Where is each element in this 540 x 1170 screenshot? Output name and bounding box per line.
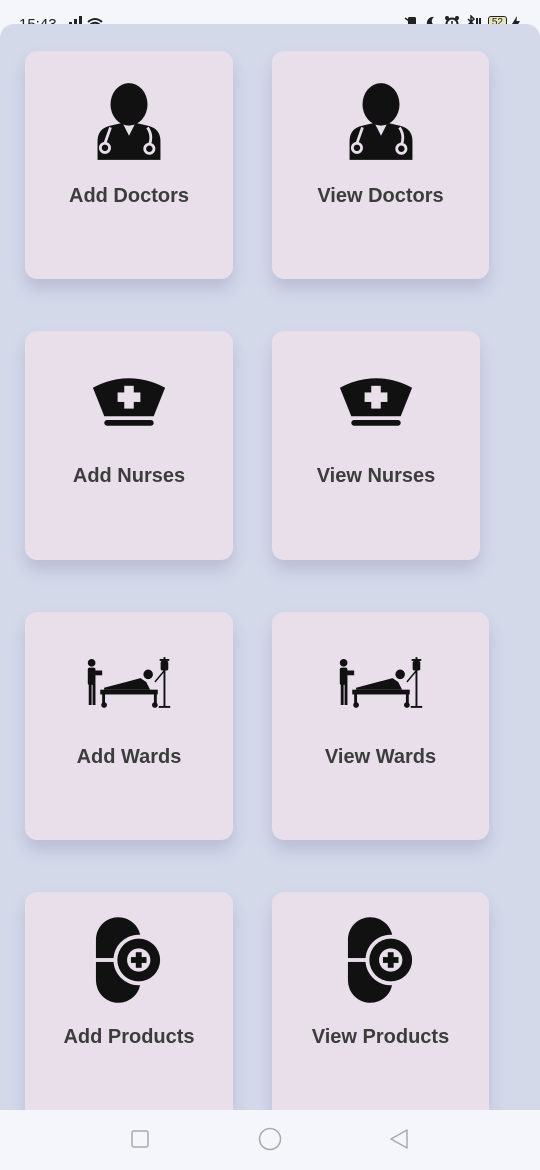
view-wards-card[interactable]: View Wards xyxy=(272,612,489,840)
card-label: Add Products xyxy=(63,1026,195,1048)
card-label: Add Wards xyxy=(76,746,182,768)
card-label: Add Doctors xyxy=(69,185,189,207)
medicine-add-icon xyxy=(25,914,233,1006)
recents-square-icon[interactable] xyxy=(131,1130,149,1148)
doctor-icon xyxy=(25,79,233,163)
nurse-cap-icon xyxy=(25,359,233,443)
add-products-card[interactable]: Add Products xyxy=(25,892,233,1110)
hospital-bed-icon xyxy=(272,640,489,724)
hospital-bed-icon xyxy=(25,640,233,724)
system-nav-bar xyxy=(0,1110,540,1170)
card-label: View Nurses xyxy=(316,465,436,487)
medicine-add-icon xyxy=(272,914,489,1006)
card-label: View Doctors xyxy=(317,185,444,207)
doctor-icon xyxy=(272,79,489,163)
view-products-card[interactable]: View Products xyxy=(272,892,489,1110)
view-doctors-card[interactable]: View Doctors xyxy=(272,51,489,279)
add-nurses-card[interactable]: Add Nurses xyxy=(25,331,233,560)
card-label: View Products xyxy=(311,1026,450,1048)
nurse-cap-icon xyxy=(272,359,480,443)
home-circle-icon[interactable] xyxy=(258,1127,282,1151)
add-doctors-card[interactable]: Add Doctors xyxy=(25,51,233,279)
view-nurses-card[interactable]: View Nurses xyxy=(272,331,480,560)
back-triangle-icon[interactable] xyxy=(389,1128,409,1150)
add-wards-card[interactable]: Add Wards xyxy=(25,612,233,840)
card-label: Add Nurses xyxy=(72,465,186,487)
card-label: View Wards xyxy=(324,746,437,768)
dashboard-grid: Add Doctors View Doctors Add Nurses View… xyxy=(0,24,540,1110)
